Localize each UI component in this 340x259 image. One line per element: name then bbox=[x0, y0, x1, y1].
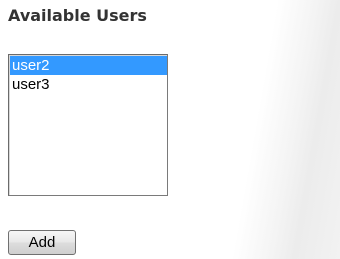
available-users-panel: Available Users user2 user3 Add bbox=[0, 0, 340, 259]
add-button[interactable]: Add bbox=[8, 230, 76, 255]
section-title: Available Users bbox=[8, 6, 147, 25]
available-users-listbox[interactable]: user2 user3 bbox=[8, 54, 168, 196]
list-item-user3[interactable]: user3 bbox=[10, 75, 167, 94]
list-item-user2[interactable]: user2 bbox=[10, 56, 167, 75]
